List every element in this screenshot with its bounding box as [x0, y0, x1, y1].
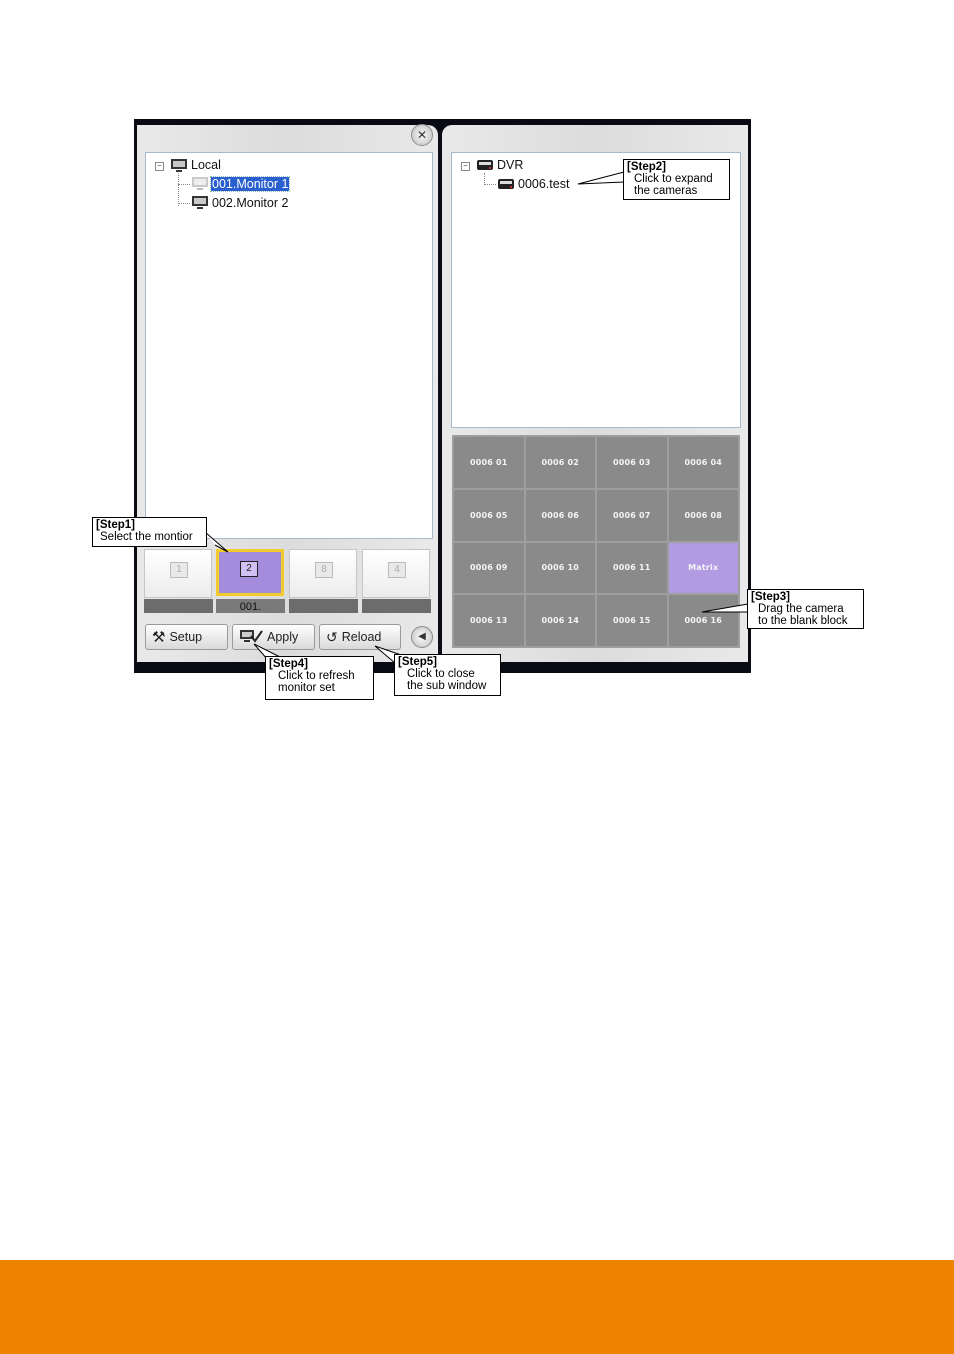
- step4-line1: Click to refresh: [278, 670, 355, 682]
- step1-title: [Step1]: [96, 519, 135, 531]
- step5-line2: the sub window: [407, 680, 487, 692]
- step2-leader: [577, 171, 625, 185]
- footer-band: [0, 1260, 954, 1354]
- step4-line2: monitor set: [278, 682, 335, 694]
- step3-leader: [701, 603, 749, 613]
- step2-title: [Step2]: [627, 161, 666, 173]
- step1-leader: [204, 531, 229, 553]
- step2-callout: [Step2] Click to expand the cameras: [623, 159, 730, 200]
- step2-line2: the cameras: [634, 185, 698, 197]
- step3-title: [Step3]: [751, 591, 790, 603]
- step1-callout: [Step1] Select the montior: [92, 517, 207, 547]
- step1-text: Select the montior: [100, 531, 193, 543]
- step2-line1: Click to expand: [634, 173, 713, 185]
- step4-title: [Step4]: [269, 658, 308, 670]
- step5-line1: Click to close: [407, 668, 475, 680]
- step5-callout: [Step5] Click to close the sub window: [394, 654, 501, 696]
- step5-title: [Step5]: [398, 656, 437, 668]
- step3-line1: Drag the camera: [758, 603, 844, 615]
- step3-line2: to the blank block: [758, 615, 848, 627]
- step4-callout: [Step4] Click to refresh monitor set: [265, 656, 374, 700]
- step3-callout: [Step3] Drag the camera to the blank blo…: [747, 589, 864, 629]
